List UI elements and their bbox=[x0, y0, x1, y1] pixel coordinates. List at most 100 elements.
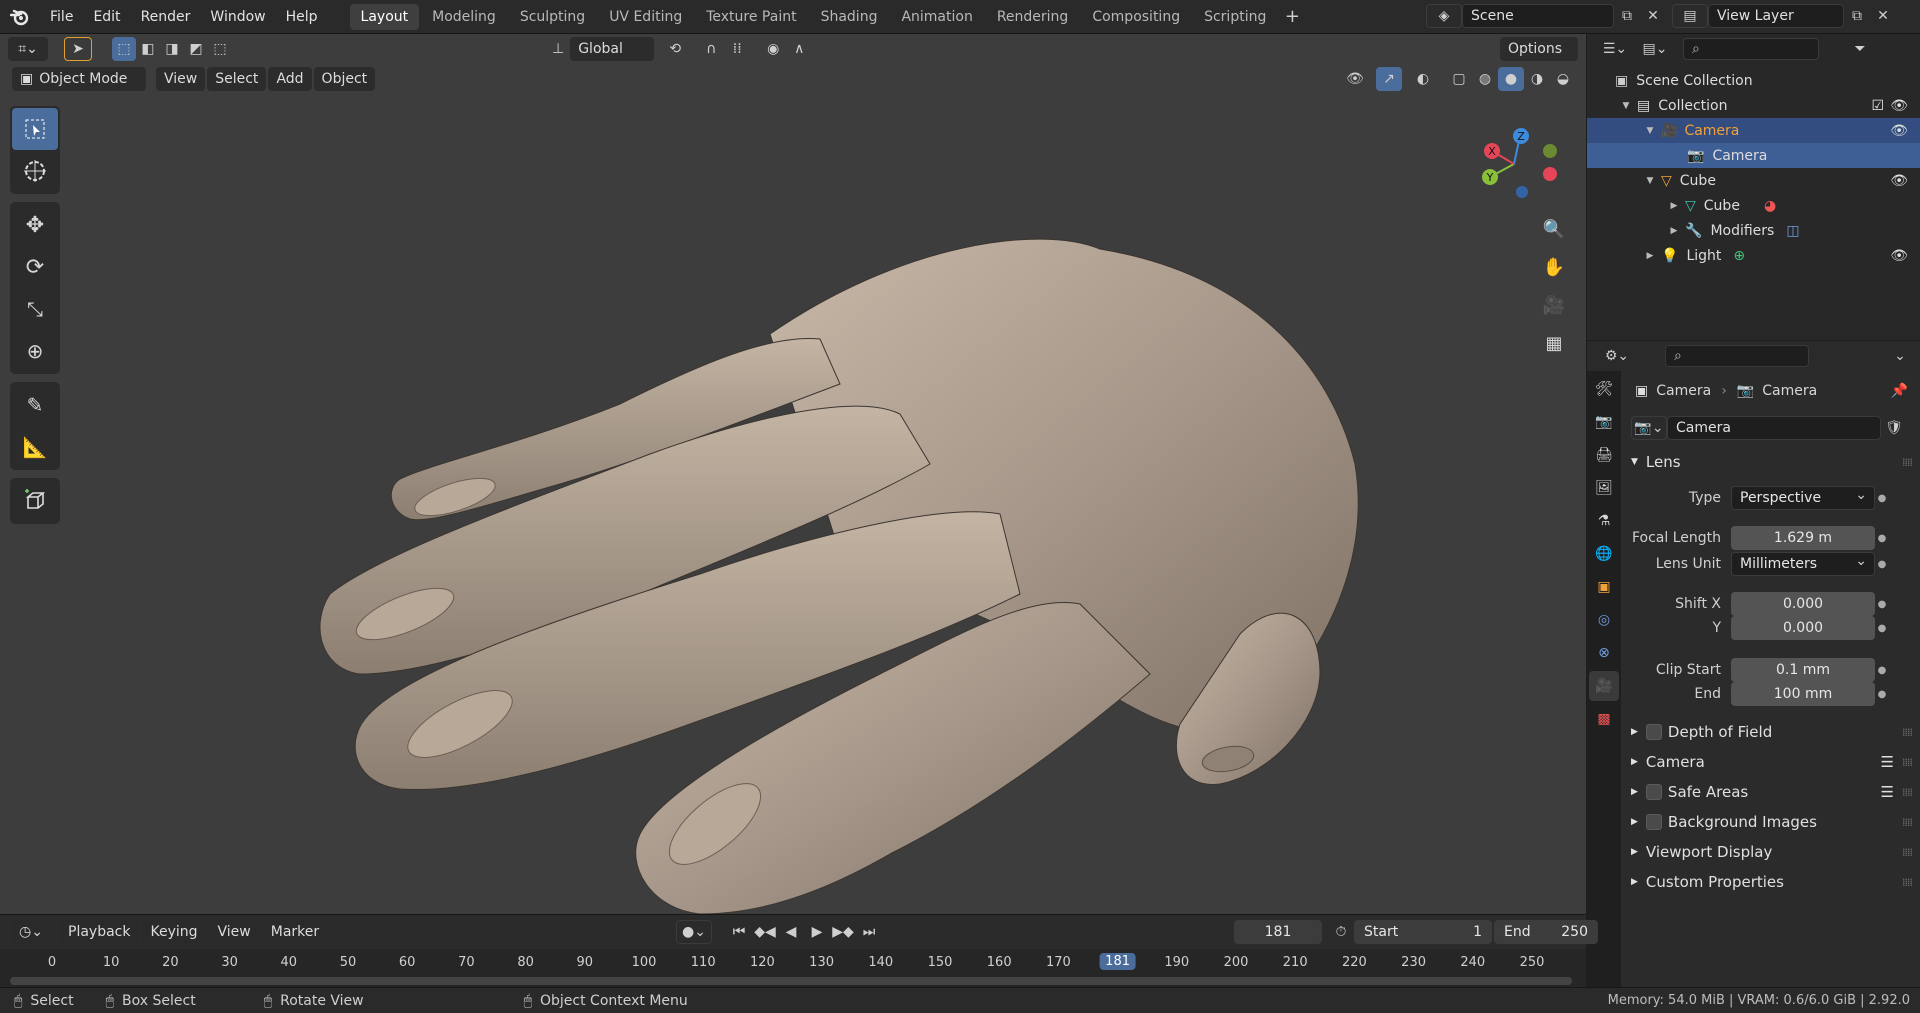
camera-view-icon[interactable]: 🎥 bbox=[1537, 288, 1571, 322]
add-workspace-icon[interactable]: + bbox=[1279, 5, 1305, 29]
gizmo-toggle-icon[interactable]: ↗ bbox=[1376, 67, 1402, 91]
annotate-tool-icon[interactable]: ✎ bbox=[12, 384, 58, 426]
view-layer-field[interactable]: View Layer bbox=[1708, 4, 1844, 28]
navigation-gizmo[interactable]: Z X Y bbox=[1466, 114, 1566, 214]
material-shading-icon[interactable]: ◑ bbox=[1524, 67, 1550, 91]
tab-texture-icon[interactable]: ▩ bbox=[1589, 704, 1619, 734]
datablock-name-field[interactable]: Camera bbox=[1667, 416, 1881, 440]
outliner-row-modifiers[interactable]: ▶ 🔧 Modifiers ◫ bbox=[1587, 218, 1920, 243]
tab-tool-icon[interactable]: 🛠 bbox=[1589, 374, 1619, 404]
gizmo-neg-z-icon[interactable] bbox=[1516, 186, 1528, 198]
lens-panel-header[interactable]: ▼ Lens ⁞⁞⁞⁞ bbox=[1623, 447, 1920, 477]
wireframe-shading-icon[interactable]: ◍ bbox=[1472, 67, 1498, 91]
jump-keyframe-back-icon[interactable]: ◆◀ bbox=[752, 920, 778, 944]
outliner-row-camera-object[interactable]: ▼ 🎥 Camera 👁 bbox=[1587, 118, 1920, 143]
tab-physics-icon[interactable]: ◎ bbox=[1589, 605, 1619, 635]
snap-toggle-icon[interactable]: ∩ bbox=[698, 37, 724, 61]
menu-playback[interactable]: Playback bbox=[60, 920, 139, 944]
expand-arrow-icon[interactable]: ▶ bbox=[1667, 226, 1681, 236]
select-extend-icon[interactable]: ◧ bbox=[136, 37, 160, 61]
new-view-layer-icon[interactable]: ⧉ bbox=[1844, 4, 1870, 28]
3d-viewport[interactable]: ⌗⌄ ➤ ⬚ ◧ ◨ ◩ ⬚ ⊥ Global ⟲ ∩ ⁞⁞ ◉ ∧ Optio… bbox=[0, 34, 1586, 914]
animate-dot-icon[interactable]: ● bbox=[1875, 559, 1889, 570]
eye-icon[interactable]: 👁 bbox=[1890, 248, 1908, 264]
outliner-search-input[interactable]: ⌕ bbox=[1683, 38, 1819, 60]
shift-y-field[interactable]: 0.000 bbox=[1731, 616, 1875, 640]
background-images-panel-header[interactable]: ▶ Background Images ⁞⁞⁞⁞ bbox=[1623, 807, 1920, 837]
properties-editor-type-icon[interactable]: ⚙⌄ bbox=[1599, 344, 1635, 368]
drag-grip-icon[interactable]: ⁞⁞⁞⁞ bbox=[1902, 816, 1913, 829]
custom-properties-panel-header[interactable]: ▶ Custom Properties ⁞⁞⁞⁞ bbox=[1623, 867, 1920, 897]
expand-arrow-icon[interactable]: ▼ bbox=[1643, 126, 1657, 136]
jump-start-icon[interactable]: ⏮ bbox=[726, 920, 752, 944]
viewport-display-panel-header[interactable]: ▶ Viewport Display ⁞⁞⁞⁞ bbox=[1623, 837, 1920, 867]
snap-target-icon[interactable]: ⁞⁞ bbox=[724, 37, 750, 61]
tab-rendering[interactable]: Rendering bbox=[986, 4, 1080, 30]
tab-compositing[interactable]: Compositing bbox=[1081, 4, 1191, 30]
delete-view-layer-icon[interactable]: ✕ bbox=[1870, 4, 1896, 28]
timeline-editor-type-icon[interactable]: ◷⌄ bbox=[12, 920, 50, 944]
menu-window[interactable]: Window bbox=[200, 0, 275, 34]
visibility-icon[interactable]: 👁 bbox=[1342, 67, 1368, 91]
mode-dropdown[interactable]: ▣ Object Mode bbox=[12, 67, 146, 91]
move-tool-icon[interactable]: ✥ bbox=[12, 204, 58, 246]
tab-camera-data-icon[interactable]: 🎥 bbox=[1589, 671, 1619, 701]
animate-dot-icon[interactable]: ● bbox=[1875, 599, 1889, 610]
tab-animation[interactable]: Animation bbox=[890, 4, 983, 30]
zoom-icon[interactable]: 🔍 bbox=[1537, 212, 1571, 246]
falloff-icon[interactable]: ∧ bbox=[786, 37, 812, 61]
eye-icon[interactable]: 👁 bbox=[1890, 173, 1908, 189]
play-reverse-icon[interactable]: ◀ bbox=[778, 920, 804, 944]
outliner-row-light[interactable]: ▶ 💡 Light ⊕ 👁 bbox=[1587, 243, 1920, 268]
lens-unit-dropdown[interactable]: Millimeters bbox=[1731, 550, 1875, 576]
pivot-point-icon[interactable]: ⟲ bbox=[662, 37, 688, 61]
tab-world-icon[interactable]: 🌐 bbox=[1589, 539, 1619, 569]
end-frame-field[interactable]: End 250 bbox=[1494, 920, 1598, 944]
expand-arrow-icon[interactable]: ▶ bbox=[1643, 251, 1657, 261]
eye-icon[interactable]: 👁 bbox=[1890, 123, 1908, 139]
eye-icon[interactable]: 👁 bbox=[1890, 98, 1908, 114]
scene-field[interactable]: Scene bbox=[1462, 4, 1614, 28]
expand-arrow-icon[interactable]: ▼ bbox=[1619, 101, 1633, 111]
rotate-tool-icon[interactable]: ⟳ bbox=[12, 246, 58, 288]
drag-grip-icon[interactable]: ⁞⁞⁞⁞ bbox=[1902, 726, 1913, 739]
outliner-row-cube-mesh[interactable]: ▶ ▽ Cube ◕ bbox=[1587, 193, 1920, 218]
pin-icon[interactable]: 📌 bbox=[1891, 383, 1908, 399]
select-intersect-icon[interactable]: ⬚ bbox=[208, 37, 232, 61]
preview-range-icon[interactable]: ⏱ bbox=[1328, 920, 1354, 944]
tab-output-icon[interactable]: 🖨 bbox=[1589, 440, 1619, 470]
jump-keyframe-forward-icon[interactable]: ▶◆ bbox=[830, 920, 856, 944]
menu-select[interactable]: Select bbox=[207, 67, 267, 91]
camera-panel-header[interactable]: ▶ Camera ☰ ⁞⁞⁞⁞ bbox=[1623, 747, 1920, 777]
shift-x-field[interactable]: 0.000 bbox=[1731, 592, 1875, 616]
depth-of-field-checkbox[interactable] bbox=[1645, 724, 1662, 740]
xray-icon[interactable]: ▢ bbox=[1446, 67, 1472, 91]
tab-modeling[interactable]: Modeling bbox=[421, 4, 507, 30]
view-layer-selector-icon[interactable]: ▤ bbox=[1672, 4, 1708, 28]
presets-list-icon[interactable]: ☰ bbox=[1881, 783, 1894, 801]
tab-scene-icon[interactable]: ⚗ bbox=[1589, 506, 1619, 536]
outliner-row-camera-data[interactable]: 📷 Camera bbox=[1587, 143, 1920, 168]
gizmo-neg-y-icon[interactable] bbox=[1543, 144, 1557, 158]
blender-logo-icon[interactable] bbox=[0, 8, 40, 26]
select-mode-icon[interactable]: ➤ bbox=[64, 37, 92, 61]
proportional-edit-icon[interactable]: ◉ bbox=[760, 37, 786, 61]
select-subtract-icon[interactable]: ◨ bbox=[160, 37, 184, 61]
tab-view-layer-icon[interactable]: 🖼 bbox=[1589, 473, 1619, 503]
tab-texture-paint[interactable]: Texture Paint bbox=[695, 4, 807, 30]
transform-tool-icon[interactable]: ⊕ bbox=[12, 330, 58, 372]
delete-scene-icon[interactable]: ✕ bbox=[1640, 4, 1666, 28]
safe-areas-panel-header[interactable]: ▶ Safe Areas ☰ ⁞⁞⁞⁞ bbox=[1623, 777, 1920, 807]
measure-tool-icon[interactable]: 📐 bbox=[12, 426, 58, 468]
start-frame-field[interactable]: Start 1 bbox=[1354, 920, 1492, 944]
hand-mesh[interactable] bbox=[0, 34, 1586, 914]
select-box-tool-icon[interactable] bbox=[12, 108, 58, 150]
tab-render-icon[interactable]: 📷 bbox=[1589, 407, 1619, 437]
current-frame-field[interactable]: 181 bbox=[1234, 920, 1322, 944]
background-images-checkbox[interactable] bbox=[1645, 814, 1662, 830]
menu-marker[interactable]: Marker bbox=[262, 920, 328, 944]
datablock-browse-icon[interactable]: 📷⌄ bbox=[1631, 416, 1667, 440]
animate-dot-icon[interactable]: ● bbox=[1875, 665, 1889, 676]
outliner-row-scene-collection[interactable]: ▣ Scene Collection bbox=[1587, 68, 1920, 93]
options-dropdown[interactable]: Options bbox=[1500, 37, 1578, 61]
